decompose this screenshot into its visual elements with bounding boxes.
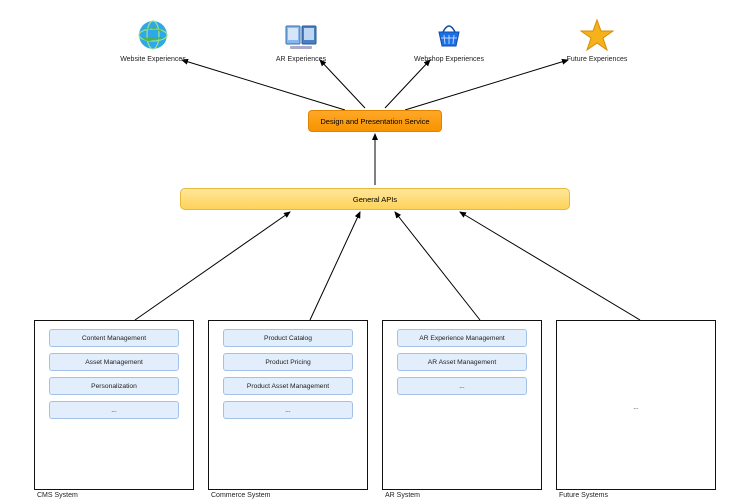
experience-label: AR Experiences [276,56,326,63]
design-presentation-service: Design and Presentation Service [308,110,442,132]
experience-website: Website Experiences [108,18,198,63]
experience-label: Future Experiences [567,56,628,63]
service-box: Content Management [49,329,179,347]
general-apis-label: General APIs [353,195,397,204]
experience-label: Website Experiences [120,56,186,63]
service-label: AR Experience Management [419,335,505,342]
service-label: Asset Management [85,359,143,366]
service-label: Product Catalog [264,335,312,342]
system-caption: Commerce System [211,492,271,499]
service-box: AR Asset Management [397,353,527,371]
service-label: Content Management [82,335,146,342]
system-caption: CMS System [37,492,78,499]
service-label: Product Pricing [265,359,310,366]
experiences-row: Website Experiences AR Experiences Websh… [0,18,750,63]
system-commerce: Product Catalog Product Pricing Product … [208,320,368,490]
design-service-label: Design and Presentation Service [320,117,429,126]
service-box: Product Asset Management [223,377,353,395]
experience-future: Future Experiences [552,18,642,63]
service-label: ... [285,407,291,414]
system-future: ... Future Systems [556,320,716,490]
basket-icon [432,18,466,52]
system-ar: AR Experience Management AR Asset Manage… [382,320,542,490]
experience-webshop: Webshop Experiences [404,18,494,63]
service-label: AR Asset Management [428,359,496,366]
service-label: ... [633,404,639,411]
system-caption: AR System [385,492,420,499]
service-box: ... [49,401,179,419]
system-caption: Future Systems [559,492,608,499]
experience-label: Webshop Experiences [414,56,484,63]
globe-icon [136,18,170,52]
systems-row: Content Management Asset Management Pers… [0,320,750,490]
experience-ar: AR Experiences [256,18,346,63]
general-apis: General APIs [180,188,570,210]
ar-icon [284,18,318,52]
service-label: ... [459,383,465,390]
service-box: Product Catalog [223,329,353,347]
service-box: Product Pricing [223,353,353,371]
system-cms: Content Management Asset Management Pers… [34,320,194,490]
service-box: ... [223,401,353,419]
service-box: Personalization [49,377,179,395]
service-box: Asset Management [49,353,179,371]
service-label: ... [111,407,117,414]
service-box: ... [397,377,527,395]
service-box: AR Experience Management [397,329,527,347]
service-label: Product Asset Management [247,383,329,390]
star-icon [580,18,614,52]
service-label: Personalization [91,383,137,390]
